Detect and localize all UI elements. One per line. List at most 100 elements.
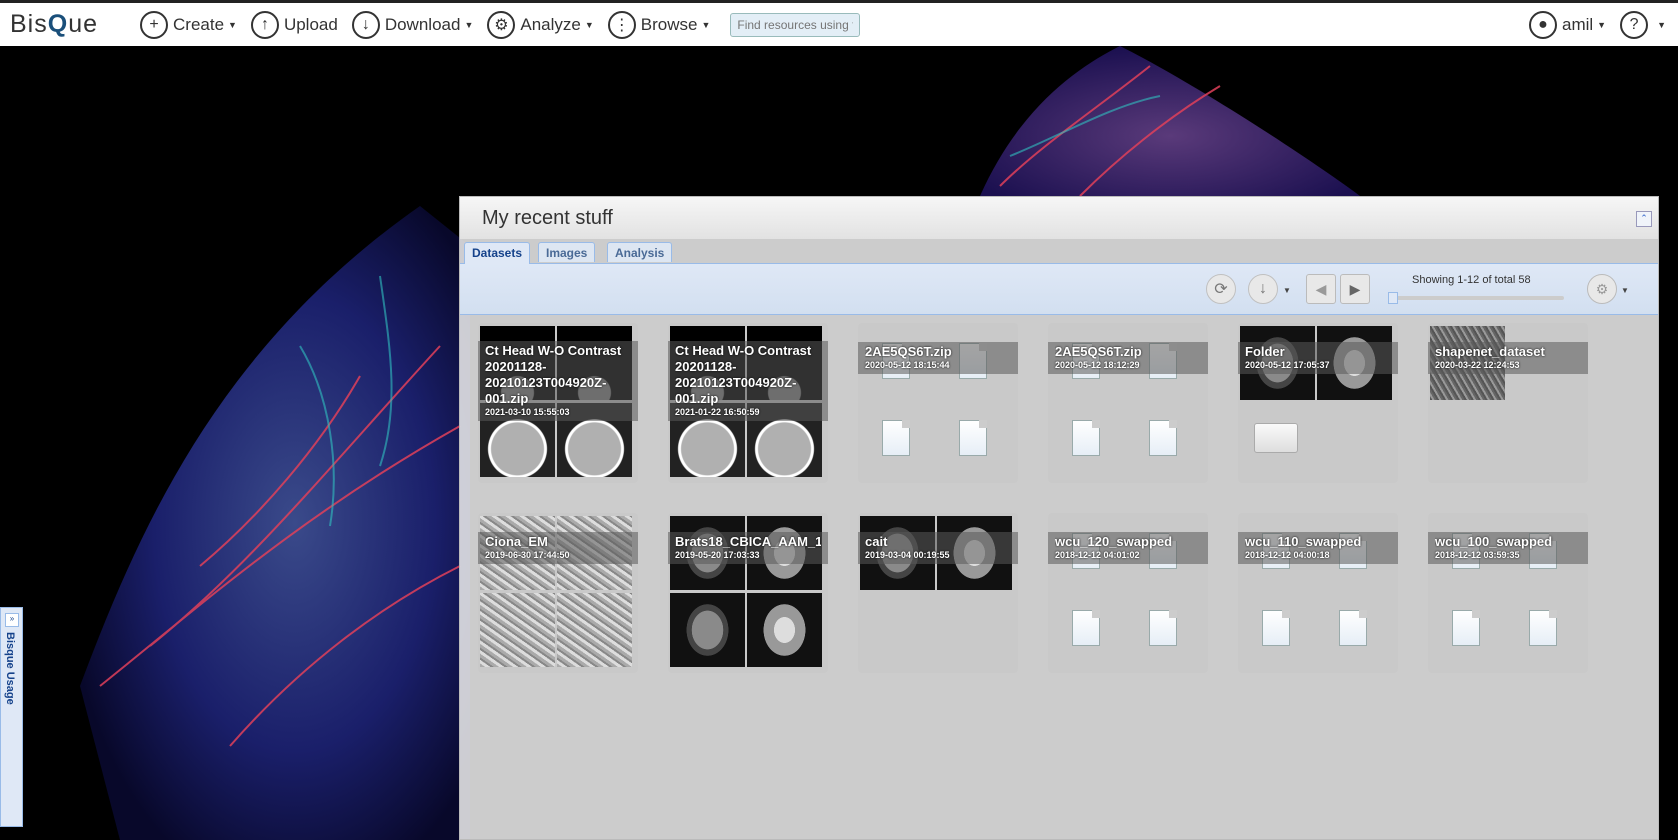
help-menu[interactable]: ? ▼ xyxy=(1620,10,1666,39)
card-date: 2020-05-12 18:12:29 xyxy=(1055,360,1140,370)
thumbnail xyxy=(747,593,822,667)
tab-datasets[interactable]: Datasets xyxy=(464,242,531,264)
card-label: Folder 2020-05-12 17:05:37 xyxy=(1238,342,1398,374)
bisque-usage-tab[interactable]: » Bisque Usage xyxy=(0,607,23,827)
file-icon xyxy=(1339,610,1367,646)
browse-menu[interactable]: ⋮ Browse ▼ xyxy=(607,10,711,39)
dataset-card[interactable]: wcu_120_swapped 2018-12-12 04:01:02 xyxy=(1048,513,1208,673)
file-icon xyxy=(882,420,910,456)
user-icon: ● xyxy=(1528,10,1557,39)
card-label: cait 2019-03-04 00:19:55 xyxy=(858,532,1018,564)
card-title: 2AE5QS6T.zip xyxy=(865,344,952,359)
card-title: Ct Head W-O Contrast 20201128- 20210123T… xyxy=(675,343,812,406)
file-icon xyxy=(1262,610,1290,646)
user-menu[interactable]: ● amil ▼ xyxy=(1528,10,1607,39)
card-date: 2019-05-20 17:03:33 xyxy=(675,550,760,560)
analyze-label: Analyze xyxy=(520,14,581,34)
file-icon xyxy=(1452,610,1480,646)
browse-label: Browse xyxy=(640,14,698,34)
card-title: wcu_120_swapped xyxy=(1055,534,1173,549)
card-title: Folder xyxy=(1245,344,1285,359)
analyze-icon: ⚙ xyxy=(487,10,516,39)
caret-down-icon: ▼ xyxy=(228,19,237,30)
upload-icon: ↑ xyxy=(250,10,279,39)
card-date: 2019-03-04 00:19:55 xyxy=(865,550,950,560)
card-title: Ct Head W-O Contrast 20201128- 20210123T… xyxy=(485,343,622,406)
download-icon[interactable]: ↓ xyxy=(1248,274,1278,304)
card-date: 2020-03-22 12:24:53 xyxy=(1435,360,1520,370)
card-date: 2018-12-12 04:01:02 xyxy=(1055,550,1140,560)
thumbnail xyxy=(557,593,632,667)
thumbnail xyxy=(670,593,745,667)
card-label: Ct Head W-O Contrast 20201128- 20210123T… xyxy=(668,341,828,421)
caret-down-icon: ▼ xyxy=(584,19,594,30)
download-icon: ↓ xyxy=(351,10,380,39)
caret-down-icon[interactable]: ▼ xyxy=(1621,286,1629,295)
dataset-card[interactable]: wcu_100_swapped 2018-12-12 03:59:35 xyxy=(1428,513,1588,673)
tab-analysis[interactable]: Analysis xyxy=(607,242,673,262)
card-date: 2021-01-22 16:50:59 xyxy=(675,407,760,417)
file-icon xyxy=(959,420,987,456)
upload-label: Upload xyxy=(283,14,338,34)
card-date: 2020-05-12 17:05:37 xyxy=(1245,360,1330,370)
top-navbar: BisQue + Create ▼ ↑ Upload ↓ Download ▼ ⚙ … xyxy=(0,0,1678,46)
dataset-card[interactable]: Ciona_EM 2019-06-30 17:44:50 xyxy=(478,513,638,673)
help-icon: ? xyxy=(1620,10,1649,39)
paging-slider-track[interactable] xyxy=(1388,296,1564,300)
dataset-card[interactable]: Ct Head W-O Contrast 20201128- 20210123T… xyxy=(478,323,638,483)
next-page-button[interactable]: ▶ xyxy=(1340,274,1370,304)
upload-button[interactable]: ↑ Upload xyxy=(250,10,338,39)
side-tab-label: Bisque Usage xyxy=(4,632,16,705)
file-icon xyxy=(1149,420,1177,456)
analyze-menu[interactable]: ⚙ Analyze ▼ xyxy=(487,10,594,39)
paging-slider-thumb[interactable] xyxy=(1388,292,1398,304)
logo-text-2: Q xyxy=(47,10,69,38)
card-date: 2021-03-10 15:55:03 xyxy=(485,407,570,417)
caret-down-icon[interactable]: ▼ xyxy=(1283,286,1291,295)
nav-right: ● amil ▼ ? ▼ xyxy=(1528,3,1670,46)
panel-title: My recent stuff xyxy=(482,207,613,229)
grid-icon: ⋮ xyxy=(607,10,636,39)
card-label: Brats18_CBICA_AAM_1 2019-05-20 17:03:33 xyxy=(668,532,828,564)
caret-down-icon: ▼ xyxy=(1597,19,1607,30)
tab-images[interactable]: Images xyxy=(538,242,596,262)
refresh-icon[interactable]: ⟳ xyxy=(1206,274,1236,304)
logo-text-1: Bis xyxy=(10,10,48,38)
caret-down-icon: ▼ xyxy=(464,19,474,30)
card-title: wcu_100_swapped xyxy=(1435,534,1553,549)
user-name: amil xyxy=(1561,14,1594,34)
plus-icon: + xyxy=(140,10,168,39)
tag-search-input[interactable] xyxy=(730,12,861,37)
create-menu[interactable]: + Create ▼ xyxy=(140,10,237,39)
card-title: 2AE5QS6T.zip xyxy=(1055,344,1142,359)
card-title: cait xyxy=(865,534,888,549)
download-label: Download xyxy=(384,14,461,34)
dataset-card[interactable]: cait 2019-03-04 00:19:55 xyxy=(858,513,1018,673)
dataset-card[interactable]: shapenet_dataset 2020-03-22 12:24:53 xyxy=(1428,323,1588,483)
panel-tabbar: Datasets Images Analysis xyxy=(460,239,1658,264)
bisque-logo[interactable]: BisQue xyxy=(10,10,140,39)
expand-icon[interactable]: » xyxy=(5,613,19,627)
paging-status: Showing 1-12 of total 58 xyxy=(1412,274,1531,286)
dataset-card[interactable]: Folder 2020-05-12 17:05:37 xyxy=(1238,323,1398,483)
card-date: 2019-06-30 17:44:50 xyxy=(485,550,570,560)
card-title: Brats18_CBICA_AAM_1 xyxy=(675,534,821,549)
collapse-icon[interactable]: ⌃ xyxy=(1636,211,1652,227)
dataset-card[interactable]: Brats18_CBICA_AAM_1 2019-05-20 17:03:33 xyxy=(668,513,828,673)
card-label: wcu_110_swapped 2018-12-12 04:00:18 xyxy=(1238,532,1398,564)
card-label: shapenet_dataset 2020-03-22 12:24:53 xyxy=(1428,342,1588,374)
card-label: 2AE5QS6T.zip 2020-05-12 18:12:29 xyxy=(1048,342,1208,374)
file-icon xyxy=(1149,610,1177,646)
download-menu[interactable]: ↓ Download ▼ xyxy=(351,10,474,39)
card-label: Ct Head W-O Contrast 20201128- 20210123T… xyxy=(478,341,638,421)
dataset-card[interactable]: 2AE5QS6T.zip 2020-05-12 18:15:44 xyxy=(858,323,1018,483)
prev-page-button[interactable]: ◀ xyxy=(1306,274,1336,304)
card-date: 2020-05-12 18:15:44 xyxy=(865,360,950,370)
gear-icon[interactable]: ⚙ xyxy=(1587,274,1617,304)
dataset-card[interactable]: 2AE5QS6T.zip 2020-05-12 18:12:29 xyxy=(1048,323,1208,483)
dataset-card[interactable]: Ct Head W-O Contrast 20201128- 20210123T… xyxy=(668,323,828,483)
card-date: 2018-12-12 04:00:18 xyxy=(1245,550,1330,560)
card-title: shapenet_dataset xyxy=(1435,344,1545,359)
dataset-card[interactable]: wcu_110_swapped 2018-12-12 04:00:18 xyxy=(1238,513,1398,673)
caret-down-icon: ▼ xyxy=(701,19,711,30)
